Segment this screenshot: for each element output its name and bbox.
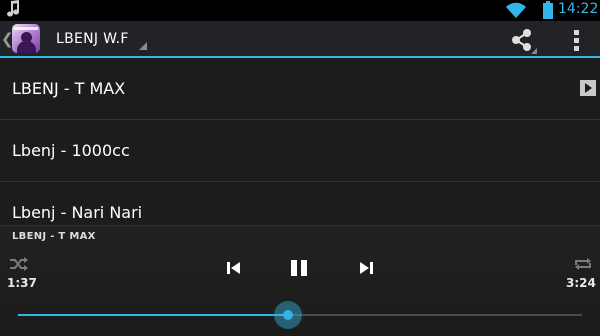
song-title: LBENJ - T MAX <box>12 79 126 98</box>
shuffle-icon[interactable] <box>9 256 29 272</box>
song-row[interactable]: Lbenj - 1000cc <box>0 120 600 182</box>
spinner-caret-icon[interactable] <box>139 42 147 50</box>
song-title: Lbenj - 1000cc <box>12 141 130 160</box>
song-row[interactable]: LBENJ - T MAX <box>0 58 600 120</box>
seek-thumb[interactable] <box>273 301 302 329</box>
overflow-dot <box>574 38 579 43</box>
next-icon[interactable] <box>358 260 374 276</box>
logo-band <box>14 27 38 30</box>
battery-icon <box>543 1 553 19</box>
overflow-menu-icon[interactable] <box>565 26 587 54</box>
music-note-icon <box>7 0 20 17</box>
player-panel: LBENJ - T MAX 1:37 3:24 <box>0 225 600 336</box>
status-bar: 14:22 <box>0 0 600 21</box>
pause-icon[interactable] <box>290 259 308 277</box>
repeat-icon[interactable] <box>573 256 593 272</box>
elapsed-time: 1:37 <box>7 276 37 290</box>
total-duration: 3:24 <box>566 276 596 290</box>
app-logo[interactable] <box>12 24 40 53</box>
seek-progress <box>18 314 288 316</box>
now-playing-icon <box>580 80 596 96</box>
overflow-dot <box>574 30 579 35</box>
song-row[interactable]: Lbenj - Nari Nari <box>0 182 600 225</box>
overflow-dot <box>574 46 579 51</box>
song-list[interactable]: LBENJ - T MAX Lbenj - 1000cc Lbenj - Nar… <box>0 58 600 225</box>
page-title[interactable]: LBENJ W.F <box>56 31 129 47</box>
previous-icon[interactable] <box>226 260 242 276</box>
status-clock: 14:22 <box>558 1 599 17</box>
now-playing-title: LBENJ - T MAX <box>12 231 96 242</box>
song-title: Lbenj - Nari Nari <box>12 203 143 222</box>
logo-figure-body <box>17 41 36 53</box>
wifi-icon <box>506 2 526 18</box>
action-bar: ❮ LBENJ W.F <box>0 21 600 58</box>
seek-bar[interactable] <box>18 301 582 329</box>
share-caret-icon <box>531 48 537 54</box>
